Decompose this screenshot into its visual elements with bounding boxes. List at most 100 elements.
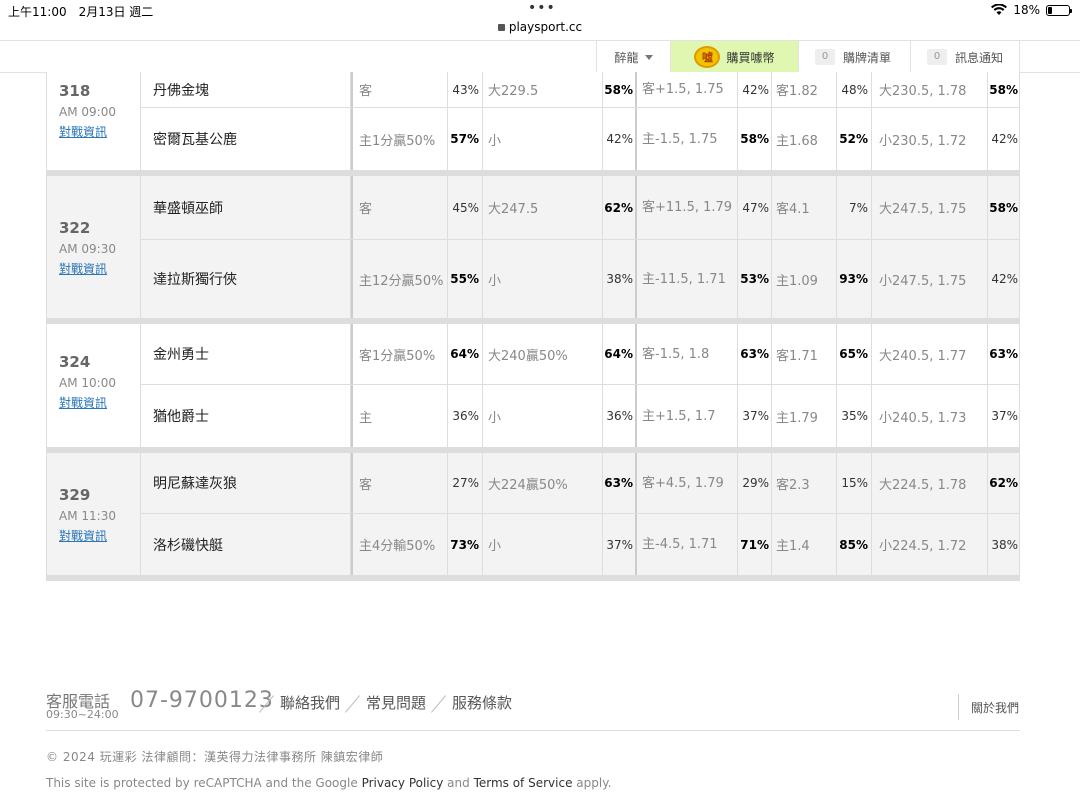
handicap-line-cell: 客+1.5, 1.75 — [637, 72, 738, 107]
service-phone-number[interactable]: 07-9700123 — [130, 688, 274, 713]
handicap-line-cell-text: 主-11.5, 1.71 — [642, 271, 726, 287]
terms-of-service-link[interactable]: Terms of Service — [474, 776, 573, 790]
divider-slash — [430, 694, 448, 712]
over-under-percent-text: 38% — [991, 537, 1018, 552]
matchup-info-link[interactable]: 對戰資訊 — [59, 394, 107, 411]
moneyline-cell: 客2.3 — [772, 453, 837, 513]
over-under-percent: 62% — [988, 453, 1019, 513]
cart-button[interactable]: 0 購牌清單 — [798, 41, 910, 73]
cart-label: 購牌清單 — [843, 50, 892, 65]
spread-cell: 客 — [351, 176, 448, 239]
total-percent-text: 58% — [604, 82, 633, 97]
buy-coin-label: 購買噱幣 — [726, 50, 775, 65]
handicap-percent-text: 53% — [740, 272, 769, 286]
recaptcha-and: and — [443, 776, 474, 790]
chevron-down-icon — [644, 54, 653, 60]
moneyline-percent-text: 52% — [839, 132, 868, 146]
table-row: 密爾瓦基公鹿 主1分贏50% 57% 小 42% 主-1.5, 1.75 58% 主1.68 5… — [141, 108, 1019, 170]
moneyline-percent-text: 15% — [841, 476, 868, 490]
handicap-percent-text: 29% — [742, 476, 769, 490]
handicap-percent-text: 42% — [742, 82, 769, 97]
spread-percent-text: 57% — [450, 132, 479, 146]
total-percent: 42% — [603, 108, 637, 170]
address-bar[interactable]: playsport.cc — [0, 20, 1080, 34]
over-under-cell: 大247.5, 1.75 — [872, 176, 988, 239]
spread-percent-text: 55% — [450, 272, 479, 286]
spread-cell-text: 主12分贏50% — [359, 273, 444, 289]
over-under-cell: 大230.5, 1.78 — [872, 72, 988, 107]
total-cell: 大224贏50% — [483, 453, 603, 513]
total-cell: 小 — [483, 240, 603, 318]
moneyline-cell: 主1.4 — [772, 514, 837, 575]
table-row: 達拉斯獨行俠 主12分贏50% 55% 小 38% 主-11.5, 1.71 53% 主1.0… — [141, 240, 1019, 318]
games-table: 318 AM 09:00 對戰資訊 丹佛金塊客 43% 大229.5 58% 客+1.5, 1… — [46, 72, 1020, 581]
moneyline-cell-text: 主1.09 — [776, 273, 818, 289]
handicap-line-cell: 客+4.5, 1.79 — [637, 453, 738, 513]
moneyline-percent-text: 65% — [839, 347, 868, 361]
url-text: playsport.cc — [508, 20, 583, 34]
handicap-percent-text: 47% — [742, 200, 769, 215]
privacy-policy-link[interactable]: Privacy Policy — [362, 776, 444, 790]
spread-cell: 客 — [351, 72, 448, 107]
more-dots-icon[interactable]: ••• — [528, 0, 556, 16]
total-cell: 大229.5 — [483, 72, 603, 107]
moneyline-percent: 15% — [837, 453, 872, 513]
table-row: 丹佛金塊 客 43% 大229.5 58% 客+1.5, 1.75 42% 客1.82 48% 大… — [141, 72, 1019, 108]
moneyline-cell-text: 客1.71 — [776, 348, 818, 364]
total-cell-text: 大224贏50% — [488, 477, 568, 493]
team-name-text: 金州勇士 — [153, 347, 209, 363]
spread-cell: 客 — [351, 453, 448, 513]
contact-us-link[interactable]: 聯絡我們 — [280, 692, 340, 713]
buy-coin-button[interactable]: 噓 購買噱幣 — [670, 41, 798, 73]
battery-fill — [1048, 6, 1052, 14]
moneyline-cell-text: 客4.1 — [776, 202, 810, 217]
moneyline-cell: 客1.82 — [772, 72, 837, 107]
total-cell: 小 — [483, 385, 603, 447]
over-under-percent-text: 58% — [989, 82, 1018, 97]
total-cell: 小 — [483, 108, 603, 170]
total-percent: 63% — [603, 453, 637, 513]
over-under-percent-text: 42% — [991, 132, 1018, 146]
game-group: 329 AM 11:30 對戰資訊 明尼蘇達灰狼 客 27% 大224贏50% 63% 客+4.… — [47, 453, 1019, 581]
game-group: 318 AM 09:00 對戰資訊 丹佛金塊 客 43% 大229.5 58% 客+1.5, 1… — [47, 72, 1019, 176]
terms-link[interactable]: 服務條款 — [452, 692, 512, 713]
handicap-percent: 58% — [738, 108, 772, 170]
spread-cell: 主1分贏50% — [351, 108, 448, 170]
moneyline-percent: 48% — [837, 72, 872, 107]
user-name: 醉龍 — [614, 50, 639, 65]
service-hours: 09:30~24:00 — [46, 708, 119, 721]
spread-cell-text: 客 — [359, 477, 373, 493]
over-under-percent: 38% — [988, 514, 1019, 575]
notifications-button[interactable]: 0 訊息通知 — [910, 41, 1020, 73]
game-info: 322 AM 09:30 對戰資訊 — [47, 176, 141, 318]
wifi-icon — [991, 4, 1008, 15]
spread-percent: 64% — [448, 324, 483, 384]
moneyline-cell: 主1.68 — [772, 108, 837, 170]
team-name: 華盛頓巫師 — [141, 176, 351, 239]
recaptcha-notice: This site is protected by reCAPTCHA and … — [46, 776, 611, 790]
total-percent-text: 37% — [606, 537, 633, 552]
over-under-cell-text: 大230.5, 1.78 — [879, 84, 967, 99]
game-time: AM 11:30 — [59, 509, 116, 523]
total-percent-text: 36% — [606, 409, 633, 423]
handicap-line-cell-text: 主-4.5, 1.71 — [642, 537, 718, 552]
game-number: 324 — [59, 353, 91, 371]
moneyline-percent-text: 93% — [839, 272, 868, 286]
team-name-text: 明尼蘇達灰狼 — [153, 476, 237, 492]
total-percent: 62% — [603, 176, 637, 239]
matchup-info-link[interactable]: 對戰資訊 — [59, 123, 107, 140]
faq-link[interactable]: 常見問題 — [366, 692, 426, 713]
spread-cell: 客1分贏50% — [351, 324, 448, 384]
coin-icon: 噓 — [694, 46, 721, 68]
handicap-percent: 37% — [738, 385, 772, 447]
matchup-info-link[interactable]: 對戰資訊 — [59, 527, 107, 544]
matchup-info-link[interactable]: 對戰資訊 — [59, 260, 107, 277]
moneyline-percent-text: 48% — [841, 82, 868, 97]
about-us-link[interactable]: 關於我們 — [958, 694, 1019, 720]
game-number: 318 — [59, 82, 91, 100]
over-under-cell-text: 大240.5, 1.77 — [879, 348, 967, 364]
total-percent: 37% — [603, 514, 637, 575]
user-menu[interactable]: 醉龍 — [596, 41, 670, 73]
moneyline-percent: 7% — [837, 176, 872, 239]
handicap-line-cell: 主-1.5, 1.75 — [637, 108, 738, 170]
